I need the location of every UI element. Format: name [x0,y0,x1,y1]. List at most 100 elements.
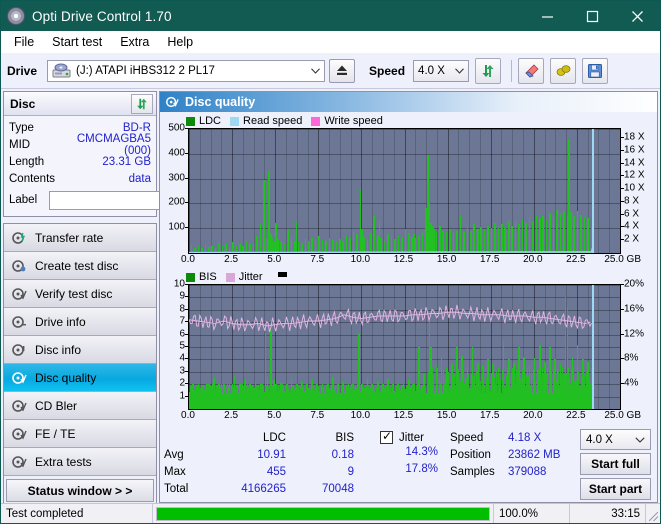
x-tick-label: 10.0 [350,254,371,265]
top-chart-plot[interactable] [188,128,621,254]
jitter-max: 17.8% [405,463,438,475]
jitter-avg: 14.3% [405,446,438,458]
y2-tick [621,137,624,139]
x-tick-label: 15.0 [436,254,457,265]
chevron-down-icon[interactable] [635,434,645,446]
top-chart-legend: LDC Read speed Write speed [162,114,655,128]
menu-item-extra[interactable]: Extra [111,33,158,51]
stats-avg-ldc: 10.91 [257,448,286,461]
y2-tick [621,308,624,310]
sidebar-item-label: Disc info [35,342,82,357]
start-part-button[interactable]: Start part [580,478,651,500]
stats-row-key: Max [164,465,186,478]
start-full-button[interactable]: Start full [580,453,651,475]
drive-select[interactable]: (J:) ATAPI iHBS312 2 PL17 [47,59,326,82]
x-tick-label: 12.5 [393,410,414,421]
jitter-checkbox[interactable] [380,429,394,444]
test-speed-select[interactable]: 4.0 X [580,429,651,450]
refresh-button[interactable] [475,57,502,84]
sidebar-item-fe-te[interactable]: FE / TE [4,420,156,448]
eject-button[interactable] [329,58,356,83]
chevron-down-icon[interactable] [306,67,324,74]
resize-grip[interactable] [646,504,660,523]
top-chart-y-axis: 100 200 300 400 500 [162,123,188,254]
close-button[interactable] [615,1,660,31]
sidebar-item-verify-test-disc[interactable]: Verify test disc [4,280,156,308]
legend-label-jitter: Jitter [238,271,263,283]
x-tick-label: 5.0 [267,254,282,265]
title-bar: Opti Drive Control 1.70 [1,1,660,31]
y2-tick [621,200,624,202]
progress-percent: 100.0% [494,504,570,523]
x-tick-label: 22.5 [566,410,586,421]
legend-swatch-bis [186,272,195,282]
stats-max-ldc: 455 [266,465,286,478]
status-window-button[interactable]: Status window > > [6,479,154,502]
bottom-chart-plot[interactable] [188,284,621,410]
y2-tick [621,162,624,164]
sidebar-item-disc-quality[interactable]: Disc quality [4,364,156,392]
y-tick-label: 10 [173,278,185,290]
bottom-chart-legend: BIS Jitter [162,270,655,284]
disc-info-rows: Type BD-R MID CMCMAGBA5 (000) Length 23.… [4,116,254,216]
x-tick-label: 25.0 GB [604,410,642,421]
y2-tick-label: 8 X [624,195,640,207]
position-key: Position [450,448,491,461]
sidebar-item-transfer-rate[interactable]: Transfer rate [4,224,156,252]
disc-extra-icon [11,454,27,470]
x-tick-label: 2.5 [224,410,239,421]
disc-label-row: Label [9,188,254,212]
run-info-position-row: Position 23862 MB [450,446,580,463]
disc-panel-title: Disc [10,96,36,111]
maximize-button[interactable] [570,1,615,31]
y-tick-label: 200 [168,196,185,208]
right-panel: Disc quality LDC Read speed Write speed [159,89,660,503]
sidebar-item-cd-bler[interactable]: CD Bler [4,392,156,420]
legend-label-ldc: LDC [199,115,222,127]
x-tick-label: 20.0 [523,254,543,265]
drive-info-icon [11,314,27,330]
menu-bar: File Start test Extra Help [1,31,660,53]
speed-select[interactable]: 4.0 X [413,59,470,82]
series-line-jitter-noise [189,304,593,333]
sidebar-item-create-test-disc[interactable]: Create test disc [4,252,156,280]
save-button[interactable] [582,57,609,84]
menu-item-help[interactable]: Help [158,33,202,51]
y2-tick-label: 12 X [624,169,645,181]
disc-panel-header: Disc [4,92,156,116]
y2-tick [621,383,624,385]
disc-write-icon [11,258,27,274]
sidebar-item-drive-info[interactable]: Drive info [4,308,156,336]
status-bar: Test completed 100.0% 33:15 [1,503,660,523]
disc-row-length: Length 23.31 GB [9,153,151,170]
sidebar-item-extra-tests[interactable]: Extra tests [4,448,156,476]
menu-item-start-test[interactable]: Start test [43,33,111,51]
window-title: Opti Drive Control 1.70 [32,8,172,24]
samples-value: 379088 [508,465,547,478]
minimize-button[interactable] [525,1,570,31]
sidebar-item-label: Drive info [35,314,86,329]
y-tick-label: 500 [168,122,185,134]
left-panel: Disc Type BD-R MID CMCMAGBA5 (000) Lengt… [1,89,254,506]
progress-fill [157,507,489,520]
bottom-chart: BIS Jitter 1 2 3 4 5 6 7 8 9 10 4% 8% 12% 16% 20% 0.0… [162,270,655,424]
x-tick-label: 2.5 [224,254,239,265]
sidebar-item-label: Create test disc [35,258,119,273]
table-row: Avg 10.91 0.18 [164,446,354,463]
y-tick-label: 400 [168,147,185,159]
eraser-button[interactable] [518,57,545,84]
series-line [189,248,594,253]
y-tick-label: 100 [168,221,185,233]
charts-area: LDC Read speed Write speed 100 200 300 400 5… [160,112,657,425]
progress-track [156,506,490,521]
menu-item-file[interactable]: File [5,33,43,51]
chevron-down-icon[interactable] [450,67,468,74]
disc-refresh-button[interactable] [131,93,153,114]
bulb-button[interactable] [550,57,577,84]
legend-swatch-jitter [225,272,235,282]
bottom-plot-wrap: 1 2 3 4 5 6 7 8 9 10 4% 8% 12% 16% 20% [162,279,655,410]
app-window: Opti Drive Control 1.70 File Start test … [0,0,661,524]
legend-label-bis: BIS [199,271,217,283]
sidebar-item-disc-info[interactable]: Disc info [4,336,156,364]
y2-tick [621,175,624,177]
